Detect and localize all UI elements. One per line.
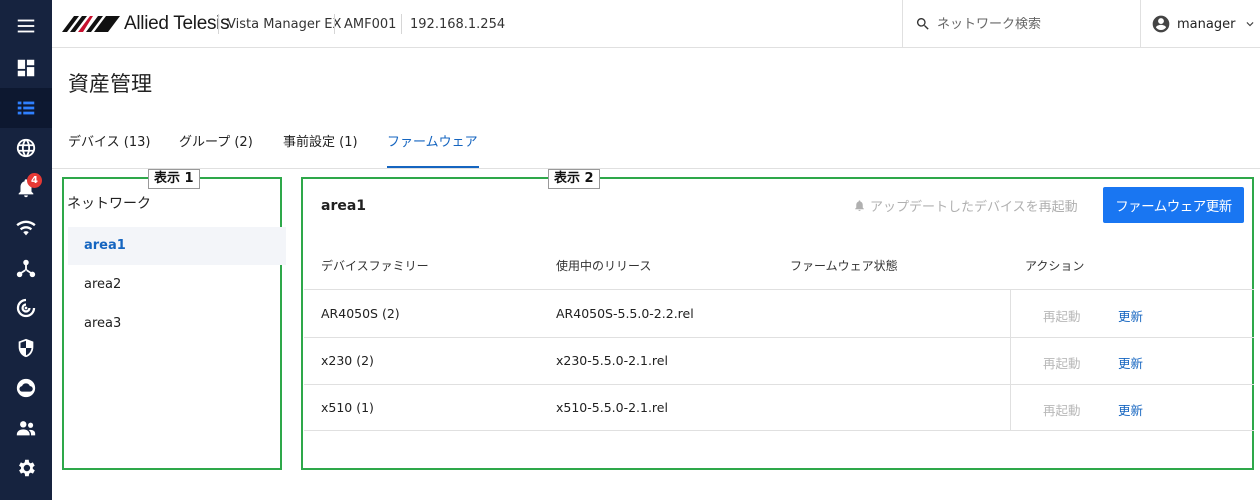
user-name: manager <box>1177 16 1236 32</box>
row-release: AR4050S-5.5.0-2.2.rel <box>556 306 694 321</box>
menu-button[interactable] <box>0 6 52 46</box>
column-firmware-status: ファームウェア状態 <box>790 259 898 273</box>
nav-security[interactable] <box>0 328 52 368</box>
action-column-divider <box>1010 290 1011 430</box>
column-device-family: デバイスファミリー <box>321 259 429 273</box>
page-title: 資産管理 <box>68 72 152 96</box>
brand-logo[interactable]: Allied Telesis <box>62 13 230 35</box>
selected-area-title: area1 <box>321 198 367 214</box>
account-circle-icon <box>1152 15 1170 33</box>
nav-cloud[interactable] <box>0 368 52 408</box>
nav-users[interactable] <box>0 408 52 448</box>
column-release-in-use: 使用中のリリース <box>556 259 652 273</box>
nav-settings[interactable] <box>0 448 52 488</box>
topology-icon <box>16 259 36 278</box>
chevron-down-icon <box>1246 22 1254 27</box>
row-family: x510 (1) <box>321 400 374 415</box>
row-reboot-button[interactable]: 再起動 <box>1043 353 1081 372</box>
row-family: x230 (2) <box>321 353 374 368</box>
cloud-icon <box>16 378 36 398</box>
network-item-area3[interactable]: area3 <box>68 305 286 343</box>
network-item-area2[interactable]: area2 <box>68 266 286 304</box>
amf-device-name[interactable]: AMF001 <box>344 0 396 48</box>
row-update-link[interactable]: 更新 <box>1118 353 1143 372</box>
notification-badge: 4 <box>27 173 42 188</box>
user-menu[interactable]: manager <box>1140 0 1260 48</box>
table-divider <box>304 289 1254 290</box>
network-list-title: ネットワーク <box>67 196 151 212</box>
allied-telesis-logo-icon <box>62 16 120 32</box>
header-divider <box>401 14 402 34</box>
reboot-updated-devices-label: アップデートしたデバイスを再起動 <box>870 200 1078 215</box>
side-nav: 4 <box>0 0 52 500</box>
row-update-link[interactable]: 更新 <box>1118 306 1143 325</box>
table-divider <box>304 337 1254 338</box>
brand-name: Allied Telesis <box>124 13 230 34</box>
tabs-divider <box>52 168 1260 169</box>
row-reboot-button[interactable]: 再起動 <box>1043 306 1081 325</box>
tab-devices[interactable]: デバイス (13) <box>68 130 150 168</box>
callout-label-2: 表示 2 <box>548 169 600 189</box>
row-release: x510-5.5.0-2.1.rel <box>556 400 668 415</box>
firmware-update-button[interactable]: ファームウェア更新 <box>1103 187 1244 223</box>
nav-monitoring[interactable] <box>0 288 52 328</box>
table-divider <box>304 430 1254 431</box>
bell-icon <box>855 200 864 211</box>
nav-dashboard[interactable] <box>0 48 52 88</box>
row-reboot-button[interactable]: 再起動 <box>1043 400 1081 419</box>
nav-notifications[interactable]: 4 <box>0 168 52 208</box>
callout-label-1: 表示 1 <box>148 169 200 189</box>
tab-firmware[interactable]: ファームウェア <box>387 130 479 168</box>
row-family: AR4050S (2) <box>321 306 400 321</box>
tab-groups[interactable]: グループ (2) <box>179 130 253 168</box>
globe-icon <box>16 138 36 158</box>
search-icon <box>916 18 929 30</box>
network-search[interactable] <box>902 0 1140 48</box>
wifi-icon <box>16 220 36 236</box>
header-divider <box>218 14 219 34</box>
table-divider <box>304 384 1254 385</box>
menu-icon <box>17 19 35 33</box>
shield-icon <box>18 338 34 358</box>
nav-network-map[interactable] <box>0 128 52 168</box>
row-update-link[interactable]: 更新 <box>1118 400 1143 419</box>
nav-topology[interactable] <box>0 248 52 288</box>
gear-icon <box>19 459 35 477</box>
nav-wireless[interactable] <box>0 208 52 248</box>
header-divider <box>334 14 335 34</box>
dashboard-icon <box>17 59 35 77</box>
nav-asset-management[interactable] <box>0 88 52 128</box>
reboot-updated-devices-button[interactable]: アップデートしたデバイスを再起動 <box>853 196 1078 215</box>
row-release: x230-5.5.0-2.1.rel <box>556 353 668 368</box>
product-name: Vista Manager EX <box>227 16 342 32</box>
radar-icon <box>16 298 36 318</box>
top-bar: Allied Telesis Vista Manager EX AMF001 1… <box>52 0 1260 48</box>
tab-presets[interactable]: 事前設定 (1) <box>283 130 358 168</box>
people-icon <box>16 421 36 436</box>
column-action: アクション <box>1025 259 1085 273</box>
asset-list-icon <box>17 101 35 115</box>
device-ip: 192.168.1.254 <box>410 16 506 32</box>
network-item-area1[interactable]: area1 <box>68 227 286 265</box>
search-input[interactable] <box>937 16 1127 32</box>
